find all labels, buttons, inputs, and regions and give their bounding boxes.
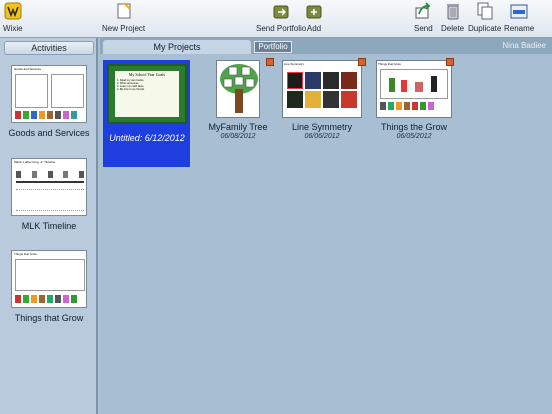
activity-mlk-timeline[interactable]: Martin Luther King, Jr. Timeline MLK Tim… (0, 158, 98, 231)
duplicate-icon (476, 2, 494, 22)
thumb-heading: Line Symmetry (284, 62, 305, 66)
tab-my-projects[interactable]: My Projects (103, 40, 251, 54)
toolbar: Wixie New Project Send Portfolio Add Sen… (0, 0, 552, 38)
project-date: 06/06/2012 (304, 133, 340, 140)
activity-things-that-grow[interactable]: Things that Grow Things that Grow (0, 250, 98, 323)
new-document-icon (115, 2, 133, 22)
thumb-title: Martin Luther King, Jr. Timeline (14, 160, 56, 164)
rename-label: Rename (504, 24, 535, 33)
activities-tab[interactable]: Activities (4, 41, 94, 55)
wixie-label: Wixie (3, 24, 23, 33)
project-thumbnail: Things that Grow (376, 60, 452, 118)
trash-icon (444, 2, 462, 22)
tab-portfolio[interactable]: Portfolio (254, 41, 292, 53)
activities-sidebar: Activities Goods and Services Goods and … (0, 38, 98, 414)
project-title: Line Symmetry (291, 122, 353, 132)
project-title: Things the Grow (380, 122, 448, 132)
activity-goods-and-services[interactable]: Goods and Services Goods and Services (0, 65, 98, 138)
project-thumbnail: My School Year Goals 1. Read my own book… (107, 64, 187, 124)
send-arrow-icon (414, 2, 432, 22)
activity-label: Goods and Services (8, 128, 90, 138)
project-untitled[interactable]: My School Year Goals 1. Read my own book… (105, 64, 189, 143)
info-badge-icon[interactable] (358, 58, 366, 66)
project-date: 06/05/2012 (396, 133, 432, 140)
delete-button[interactable]: Delete (441, 2, 464, 36)
project-myfamily-tree[interactable]: MyFamily Tree 06/08/2012 (196, 58, 280, 140)
duplicate-button[interactable]: Duplicate (468, 2, 501, 36)
project-things-the-grow[interactable]: Things that Grow Things the Grow 06/05/2… (372, 58, 456, 140)
info-badge-icon[interactable] (266, 58, 274, 66)
info-badge-icon[interactable] (446, 58, 454, 66)
add-button[interactable]: Add (305, 2, 323, 36)
new-project-label: New Project (102, 24, 146, 33)
duplicate-label: Duplicate (468, 24, 502, 33)
family-tree-icon (220, 64, 258, 113)
rename-button[interactable]: Rename (504, 2, 534, 36)
thumb-title: Things that Grow (14, 252, 37, 256)
thumb-heading: My School Year Goals (128, 72, 166, 77)
thumb-line: 4. Be nice to my friends. (117, 88, 145, 91)
send-label: Send (414, 24, 433, 33)
activity-label: Things that Grow (14, 313, 84, 323)
user-name: Nina Badiee (502, 41, 546, 50)
tab-bar: My Projects Portfolio Nina Badiee (100, 38, 552, 54)
activity-thumbnail: Things that Grow (11, 250, 87, 308)
thumb-heading: Things that Grow (378, 62, 401, 66)
activity-thumbnail: Martin Luther King, Jr. Timeline (11, 158, 87, 216)
send-portfolio-icon (272, 2, 290, 22)
project-title: Untitled: 6/12/2012 (109, 133, 185, 143)
activity-label: MLK Timeline (21, 221, 77, 231)
new-project-button[interactable]: New Project (102, 2, 145, 36)
projects-area: My Projects Portfolio Nina Badiee My Sch… (100, 38, 552, 414)
wixie-button[interactable]: Wixie (3, 2, 23, 36)
send-button[interactable]: Send (414, 2, 433, 36)
project-title: MyFamily Tree (208, 122, 268, 132)
project-thumbnail (216, 60, 260, 118)
delete-label: Delete (441, 24, 465, 33)
wixie-logo-icon (4, 2, 22, 22)
add-label: Add (306, 24, 322, 33)
project-date: 06/08/2012 (220, 133, 256, 140)
activity-thumbnail: Goods and Services (11, 65, 87, 123)
project-line-symmetry[interactable]: Line Symmetry Line Symmetry 06/06/2012 (280, 58, 366, 140)
send-portfolio-label: Send Portfolio (256, 24, 307, 33)
rename-icon (510, 2, 528, 22)
add-portfolio-icon (305, 2, 323, 22)
thumb-title: Goods and Services (14, 67, 42, 71)
project-thumbnail: Line Symmetry (282, 60, 362, 118)
send-portfolio-button[interactable]: Send Portfolio (256, 2, 306, 36)
